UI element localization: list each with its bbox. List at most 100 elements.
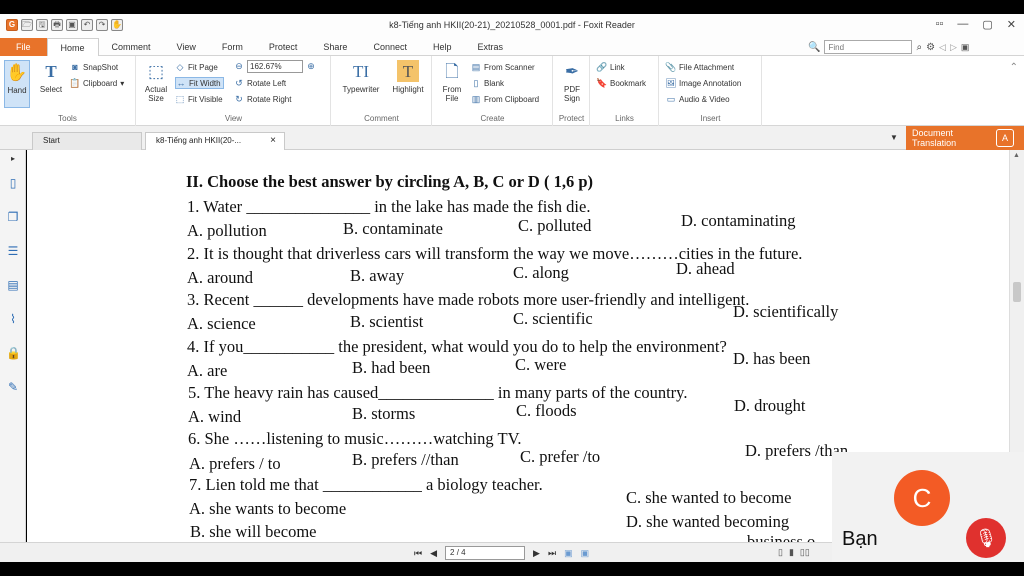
- scroll-up-icon[interactable]: ▲: [1013, 152, 1020, 159]
- group-label-comment: Comment: [364, 114, 399, 123]
- tab-view[interactable]: View: [164, 38, 209, 56]
- clipboard-button[interactable]: 📋 Clipboard ▾: [69, 78, 124, 88]
- next-result-icon[interactable]: ▷: [950, 42, 957, 53]
- tab-connect[interactable]: Connect: [360, 38, 420, 56]
- q3-option-a: A. science: [187, 314, 256, 333]
- tab-list-dropdown-icon[interactable]: ▼: [890, 133, 898, 142]
- rotate-left-button[interactable]: ↺ Rotate Left: [234, 78, 286, 88]
- signature-icon[interactable]: ✎: [6, 380, 20, 394]
- attachments-icon[interactable]: ⌇: [6, 312, 20, 326]
- search-icon[interactable]: ⌕: [916, 42, 922, 53]
- rotate-right-button[interactable]: ↻ Rotate Right: [234, 94, 291, 104]
- find-input[interactable]: [824, 40, 913, 54]
- pages-icon[interactable]: ▯: [6, 176, 20, 190]
- select-button[interactable]: T Select: [36, 60, 66, 95]
- fit-page-button[interactable]: ◇ Fit Page: [175, 62, 218, 72]
- zoom-in-icon[interactable]: ⊕: [306, 61, 316, 72]
- maximize-icon[interactable]: ▢: [982, 18, 992, 31]
- options-icon[interactable]: ▣: [961, 42, 970, 53]
- tab-comment[interactable]: Comment: [99, 38, 164, 56]
- group-label-insert: Insert: [700, 114, 721, 123]
- document-tab-label: k8-Tiếng anh HKII(20-...: [156, 136, 242, 145]
- next-view-icon[interactable]: ▣: [581, 548, 590, 559]
- highlight-icon: T: [397, 60, 419, 82]
- typewriter-button[interactable]: TI Typewriter: [338, 60, 384, 95]
- fit-visible-button[interactable]: ⬚ Fit Visible: [175, 94, 223, 104]
- previous-result-icon[interactable]: ◁: [939, 42, 946, 53]
- stack-icon[interactable]: ☰: [6, 244, 20, 258]
- close-tab-icon[interactable]: ×: [270, 133, 276, 149]
- comments-icon[interactable]: ▤: [6, 278, 20, 292]
- collapse-ribbon-icon[interactable]: ⌃: [1010, 62, 1018, 73]
- first-page-icon[interactable]: ⏮: [414, 548, 422, 559]
- tab-help[interactable]: Help: [420, 38, 465, 56]
- find-area: 🔍 ⌕ ⚙ ◁ ▷ ▣: [808, 40, 969, 54]
- q3-option-d: D. scientifically: [733, 302, 839, 321]
- zoom-control: ⊖ 162.67% ⊕: [234, 60, 316, 73]
- group-label-view: View: [224, 114, 243, 123]
- window-controls: ▫▫ — ▢ ✕: [936, 18, 1016, 31]
- settings-icon[interactable]: ⚙: [926, 42, 935, 53]
- rotate-right-icon: ↻: [235, 93, 243, 104]
- next-page-icon[interactable]: ▶: [533, 548, 540, 559]
- from-file-button[interactable]: 🗋 From File: [437, 60, 467, 104]
- highlight-button[interactable]: T Highlight: [388, 60, 428, 94]
- tab-document[interactable]: k8-Tiếng anh HKII(20-... ×: [145, 132, 285, 150]
- tab-home[interactable]: Home: [46, 38, 99, 57]
- video-call-overlay: C Bạn 🎙: [832, 452, 1024, 562]
- clipboard-icon: ▥: [471, 93, 481, 104]
- participant-avatar: C: [894, 470, 950, 526]
- previous-view-icon[interactable]: ▣: [564, 548, 573, 559]
- tab-protect[interactable]: Protect: [256, 38, 311, 56]
- layers-icon[interactable]: ❐: [6, 210, 20, 224]
- navigation-panel: ▸ ▯ ❐ ☰ ▤ ⌇ 🔒 ✎: [0, 150, 26, 542]
- page-number-input[interactable]: 2 / 4: [445, 546, 526, 560]
- document-translation-button[interactable]: Document Translation A: [906, 126, 1024, 150]
- file-attachment-button[interactable]: 📎 File Attachment: [665, 62, 734, 72]
- facing-page-icon[interactable]: ▯▯: [800, 547, 810, 558]
- blank-button[interactable]: ▯ Blank: [471, 77, 505, 88]
- from-scanner-button[interactable]: ▤ From Scanner: [471, 62, 535, 72]
- single-page-icon[interactable]: ▯: [778, 547, 783, 558]
- q3-option-b: B. scientist: [350, 312, 424, 331]
- scanner-icon: ▤: [471, 61, 481, 72]
- scroll-thumb[interactable]: [1013, 282, 1021, 302]
- tab-extras[interactable]: Extras: [465, 38, 517, 56]
- link-button[interactable]: 🔗 Link: [596, 62, 624, 72]
- q5-option-a: A. wind: [188, 407, 242, 426]
- zoom-input[interactable]: 162.67%: [247, 60, 303, 73]
- group-links: 🔗 Link 🔖 Bookmark Links: [591, 56, 659, 126]
- search-panel-icon[interactable]: 🔍: [808, 42, 820, 53]
- blank-page-icon: ▯: [473, 77, 479, 88]
- restore-layout-icon[interactable]: ▫▫: [936, 18, 944, 31]
- expand-panel-icon[interactable]: ▸: [6, 152, 20, 166]
- microphone-muted-icon[interactable]: 🎙: [966, 518, 1006, 558]
- close-icon[interactable]: ✕: [1007, 18, 1016, 31]
- bookmark-button[interactable]: 🔖 Bookmark: [596, 78, 646, 88]
- zoom-out-icon[interactable]: ⊖: [234, 61, 244, 72]
- group-label-protect: Protect: [558, 114, 585, 123]
- fit-width-icon: ↔: [176, 78, 186, 88]
- tab-file[interactable]: File: [0, 38, 47, 56]
- tab-form[interactable]: Form: [209, 38, 256, 56]
- from-clipboard-button[interactable]: ▥ From Clipboard: [471, 94, 539, 104]
- page-navigation: ⏮ ◀ 2 / 4 ▶ ⏭ ▣ ▣: [414, 546, 589, 560]
- q6-option-a: A. prefers / to: [189, 454, 281, 473]
- last-page-icon[interactable]: ⏭: [548, 548, 556, 559]
- minimize-icon[interactable]: —: [957, 18, 968, 31]
- tab-start[interactable]: Start: [32, 132, 142, 150]
- previous-page-icon[interactable]: ◀: [430, 548, 437, 559]
- q7-option-c: C. she wanted to become: [626, 488, 792, 507]
- pdf-sign-button[interactable]: ✒ PDF Sign: [557, 60, 587, 104]
- q4-option-d: D. has been: [733, 349, 811, 368]
- image-annotation-button[interactable]: 🖼 Image Annotation: [665, 78, 741, 88]
- continuous-page-icon[interactable]: ▮: [789, 547, 794, 558]
- hand-button[interactable]: ✋ Hand: [4, 60, 30, 108]
- tab-share[interactable]: Share: [310, 38, 360, 56]
- snapshot-button[interactable]: ◙ SnapShot: [70, 62, 118, 72]
- security-lock-icon[interactable]: 🔒: [6, 346, 21, 360]
- fit-width-button[interactable]: ↔ Fit Width: [175, 77, 224, 89]
- actual-size-button[interactable]: ⬚ Actual Size: [141, 60, 171, 104]
- audio-video-button[interactable]: ▭ Audio & Video: [666, 94, 730, 104]
- q6-option-b: B. prefers //than: [352, 450, 459, 469]
